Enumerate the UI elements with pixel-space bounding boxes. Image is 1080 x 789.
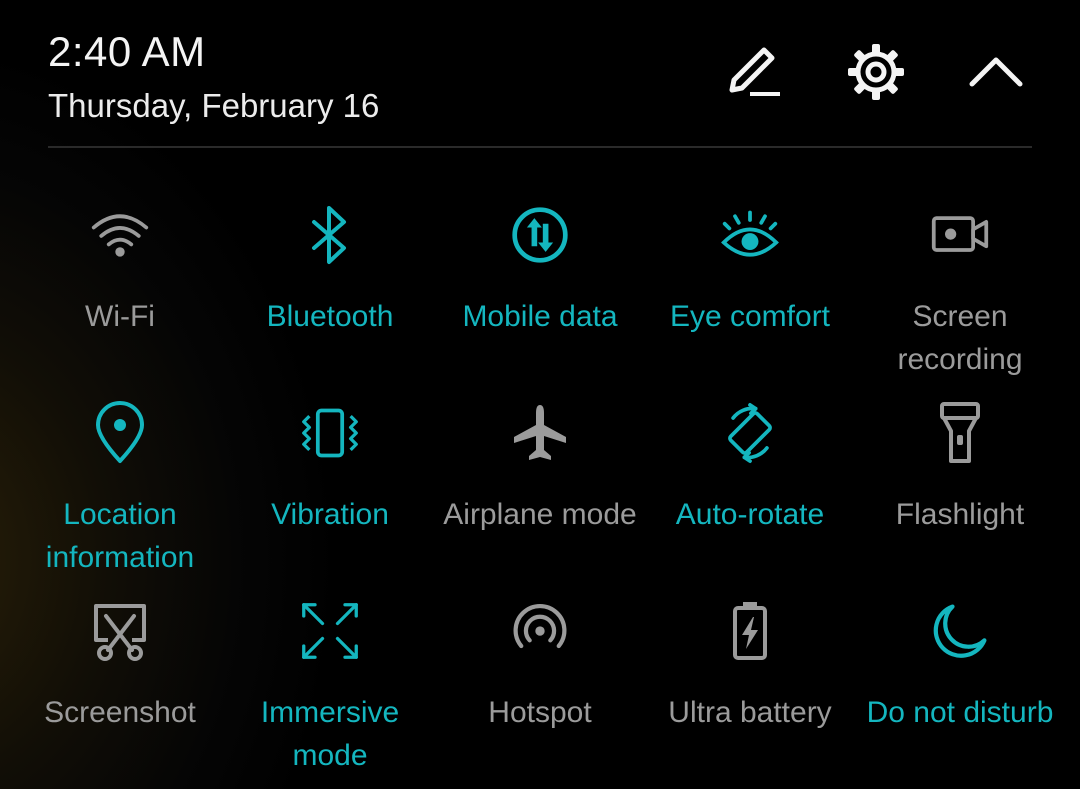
tile-immersive-mode[interactable]: Immersive mode (225, 596, 435, 786)
hotspot-icon (513, 604, 567, 649)
tile-auto-rotate[interactable]: Auto-rotate (645, 398, 855, 588)
vibration-icon (302, 408, 358, 458)
edit-icon (729, 47, 780, 96)
flashlight-icon (940, 402, 980, 463)
tile-label: Immersive mode (260, 696, 400, 772)
wifi-icon (91, 214, 149, 257)
tile-mobile-data[interactable]: Mobile data (435, 200, 645, 390)
tile-label: Auto-rotate (675, 498, 825, 531)
tile-label: Bluetooth (266, 300, 394, 333)
collapse-icon (969, 57, 1023, 87)
location-pin-icon (96, 401, 144, 463)
collapse-button[interactable] (964, 40, 1028, 104)
tile-label: Flashlight (895, 498, 1025, 531)
clock-time: 2:40 AM (48, 28, 206, 75)
airplane-icon (514, 405, 566, 460)
tile-airplane-mode[interactable]: Airplane mode (435, 398, 645, 588)
settings-icon (848, 44, 904, 100)
moon-icon (933, 604, 987, 658)
tile-screenshot[interactable]: Screenshot (15, 596, 225, 786)
tile-vibration[interactable]: Vibration (225, 398, 435, 588)
settings-button[interactable] (844, 40, 908, 104)
mobile-data-icon (512, 207, 568, 263)
tile-do-not-disturb[interactable]: Do not disturb (855, 596, 1065, 786)
clock-date: Thursday, February 16 (48, 87, 380, 124)
tile-label: Wi-Fi (85, 300, 155, 333)
tile-label: Screen recording (897, 300, 1023, 376)
screenshot-icon (94, 604, 146, 661)
tile-label: Vibration (271, 498, 389, 531)
tile-hotspot[interactable]: Hotspot (435, 596, 645, 786)
auto-rotate-icon (728, 403, 772, 463)
tile-ultra-battery[interactable]: Ultra battery (645, 596, 855, 786)
battery-icon (733, 602, 767, 660)
tile-label: Mobile data (462, 300, 618, 333)
tile-bluetooth[interactable]: Bluetooth (225, 200, 435, 390)
tile-screen-recording[interactable]: Screen recording (855, 200, 1065, 390)
tile-label: Location information (45, 498, 195, 574)
edit-button[interactable] (722, 40, 786, 104)
tile-location[interactable]: Location information (15, 398, 225, 588)
bluetooth-icon (312, 206, 346, 264)
tile-wifi[interactable]: Wi-Fi (15, 200, 225, 390)
notification-header: 2:40 AM Thursday, February 16 (48, 22, 1032, 148)
immersive-mode-icon (302, 603, 358, 659)
tile-label: Do not disturb (866, 696, 1054, 729)
tile-label: Airplane mode (443, 498, 637, 531)
eye-icon (721, 210, 779, 257)
screen-recording-icon (931, 216, 989, 252)
tile-eye-comfort[interactable]: Eye comfort (645, 200, 855, 390)
tile-label: Screenshot (44, 696, 196, 729)
tile-flashlight[interactable]: Flashlight (855, 398, 1065, 588)
tile-label: Eye comfort (669, 300, 831, 333)
tile-label: Ultra battery (668, 696, 832, 729)
tile-label: Hotspot (488, 696, 592, 729)
